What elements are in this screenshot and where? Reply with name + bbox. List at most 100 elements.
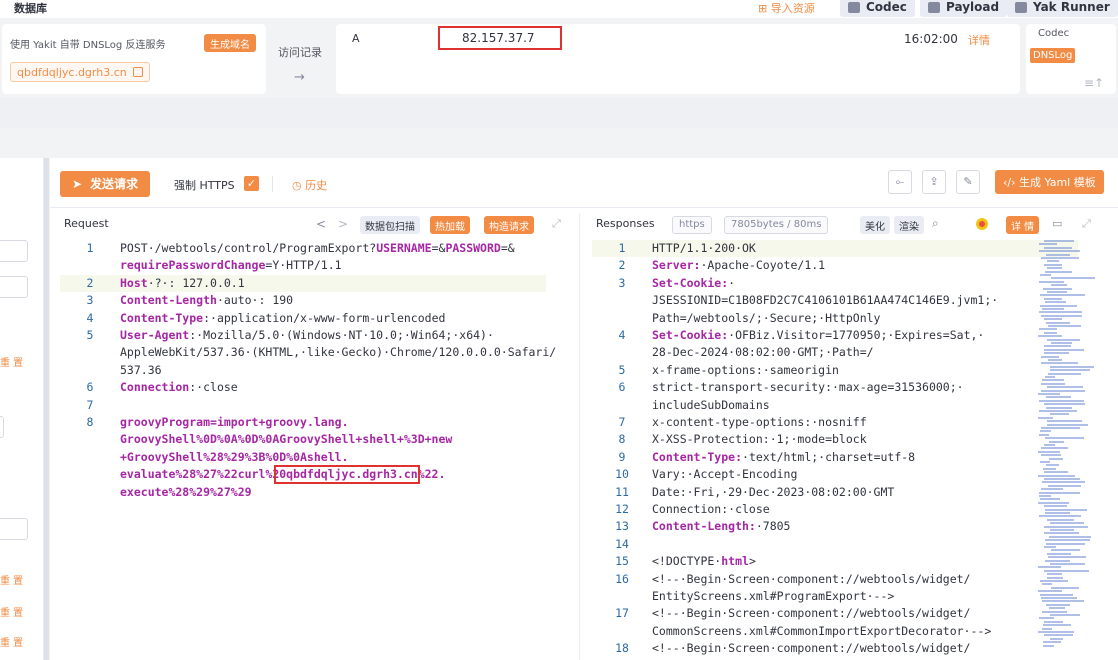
force-https-label: 强制 HTTPS bbox=[174, 179, 235, 192]
code-token: 28-Dec-2024·08:02:00·GMT;·Path=/ bbox=[652, 345, 874, 360]
minimap-line bbox=[1042, 583, 1052, 586]
code-line: 28-Dec-2024·08:02:00·GMT;·Path=/ bbox=[652, 344, 874, 361]
minimap-line bbox=[1039, 328, 1057, 331]
minimap-line bbox=[1046, 464, 1059, 467]
export-icon[interactable]: ⇪ bbox=[922, 170, 946, 194]
minimap-line bbox=[1044, 246, 1072, 249]
expand-icon[interactable]: ⤢ bbox=[552, 217, 561, 231]
code-line: User-Agent:·Mozilla/5.0·(Windows·NT·10.0… bbox=[120, 327, 494, 344]
editor-minimap[interactable] bbox=[1038, 240, 1100, 660]
import-resource-link[interactable]: ⊞ 导入资源 bbox=[758, 0, 815, 16]
reset-button-4[interactable]: 重 置 bbox=[0, 634, 23, 649]
force-https-checkbox[interactable]: ✓ bbox=[244, 176, 259, 191]
chrome-icon[interactable] bbox=[976, 218, 988, 230]
minimap-line bbox=[1046, 406, 1072, 409]
line-number: 6 bbox=[86, 380, 94, 395]
response-title: Responses bbox=[596, 217, 655, 230]
reset-button-2[interactable]: 重 置 bbox=[0, 572, 23, 587]
minimap-line bbox=[1044, 546, 1056, 548]
side-tab-dnslog[interactable]: DNSLog bbox=[1030, 48, 1076, 63]
minimap-line bbox=[1040, 430, 1051, 433]
code-line: strict-transport-security:·max-age=31536… bbox=[652, 379, 964, 396]
minimap-line bbox=[1047, 267, 1062, 270]
line-number: 8 bbox=[86, 415, 94, 429]
minimap-line bbox=[1044, 620, 1063, 623]
code-line: <!DOCTYPE·html> bbox=[652, 553, 756, 570]
line-number: 3 bbox=[618, 275, 626, 290]
minimap-line bbox=[1043, 644, 1054, 647]
edit-icon[interactable]: ✎ bbox=[956, 170, 980, 194]
share-icon[interactable]: ⟜ bbox=[888, 170, 912, 194]
left-input-4[interactable] bbox=[0, 518, 28, 540]
left-input-3[interactable] bbox=[0, 416, 4, 438]
code-line: AppleWebKit/537.36·(KHTML,·like·Gecko)·C… bbox=[120, 344, 556, 361]
copy-icon[interactable] bbox=[132, 67, 143, 77]
code-line: Content-Length:·7805 bbox=[652, 518, 790, 535]
generate-yaml-button[interactable]: ‹/› 生成 Yaml 模板 bbox=[995, 170, 1104, 194]
minimap-line bbox=[1044, 352, 1069, 355]
minimap-line bbox=[1041, 362, 1078, 365]
code-token: X-XSS-Protection:·1;·mode=block bbox=[652, 432, 867, 447]
render-button[interactable]: 渲染 bbox=[894, 216, 924, 234]
code-token: GroovyShell%0D%0A%0D%0AGroovyShell+shell… bbox=[120, 432, 453, 447]
visit-record-label: 访问记录 bbox=[278, 46, 322, 59]
minimap-line bbox=[1038, 474, 1075, 477]
panel-resize-handle[interactable] bbox=[44, 158, 49, 660]
payload-icon bbox=[928, 2, 940, 13]
line-number: 1 bbox=[618, 241, 626, 255]
line-number: 7 bbox=[618, 415, 626, 429]
code-line: Content-Type:·text/html;·charset=utf-8 bbox=[652, 449, 915, 466]
code-token: Date:·Fri,·29·Dec·2023·08:02:00·GMT bbox=[652, 484, 895, 499]
code-token: groovyProgram bbox=[120, 415, 211, 429]
reset-button-1[interactable]: 重 置 bbox=[0, 354, 23, 369]
comment-icon[interactable]: ▭ bbox=[1052, 217, 1062, 230]
minimap-line bbox=[1048, 556, 1086, 559]
send-request-button[interactable]: ➤ 发送请求 bbox=[60, 171, 151, 197]
divider-strip bbox=[0, 98, 1118, 128]
code-token: ·7805 bbox=[755, 519, 791, 534]
code-line: Set-Cookie:·OFBiz.Visitor=1770950;·Expir… bbox=[652, 327, 984, 344]
minimap-line bbox=[1049, 440, 1064, 443]
https-tag: https bbox=[672, 216, 712, 234]
generate-domain-button[interactable]: 生成域名 bbox=[204, 34, 256, 52]
minimap-line bbox=[1044, 318, 1062, 321]
minimap-line bbox=[1041, 382, 1065, 385]
side-tab-codec[interactable]: Codec bbox=[1038, 28, 1069, 39]
line-number: 2 bbox=[86, 275, 94, 290]
minimap-line bbox=[1045, 270, 1072, 273]
line-number: 6 bbox=[618, 380, 626, 395]
toolbar-separator bbox=[272, 176, 273, 192]
minimap-line bbox=[1040, 498, 1060, 501]
line-number: 8 bbox=[618, 432, 626, 447]
code-token: PASSWORD bbox=[445, 241, 501, 255]
packet-scan-button[interactable]: 数据包扫描 bbox=[360, 216, 420, 234]
expand-icon[interactable]: ⤢ bbox=[1082, 217, 1091, 231]
dnslog-domain[interactable]: qbdfdqljyc.dgrh3.cn bbox=[10, 62, 150, 82]
record-detail-link[interactable]: 详情 bbox=[968, 32, 990, 48]
nav-prev-button[interactable]: < bbox=[316, 217, 326, 231]
code-line: <!--·Begin·Screen·component://webtools/w… bbox=[652, 640, 971, 657]
code-line: execute%28%29%27%29 bbox=[120, 484, 252, 501]
sort-up-icon[interactable]: ≡↑ bbox=[1084, 76, 1104, 90]
minimap-line bbox=[1041, 488, 1063, 491]
left-input-2[interactable] bbox=[0, 276, 28, 298]
build-request-button[interactable]: 构造请求 bbox=[484, 216, 534, 234]
minimap-line bbox=[1039, 243, 1057, 246]
minimap-line bbox=[1039, 495, 1051, 497]
yak-runner-button[interactable]: Yak Runner bbox=[1007, 0, 1118, 17]
hot-reload-button[interactable]: 热加载 bbox=[430, 216, 470, 234]
history-button[interactable]: ◷ 历史 bbox=[292, 177, 327, 193]
payload-button[interactable]: Payload bbox=[920, 0, 1008, 17]
minimap-line bbox=[1043, 624, 1071, 627]
search-icon[interactable]: ⌕ bbox=[932, 216, 939, 231]
left-input-1[interactable] bbox=[0, 240, 28, 262]
detail-button[interactable]: 详 情 bbox=[1006, 216, 1040, 234]
code-token: · bbox=[728, 275, 736, 290]
codec-button[interactable]: Codec bbox=[840, 0, 915, 17]
reset-button-3[interactable]: 重 置 bbox=[0, 604, 23, 619]
minimap-line bbox=[1044, 478, 1080, 480]
code-line: requirePasswordChange=Y·HTTP/1.1 bbox=[120, 257, 342, 274]
beautify-button[interactable]: 美化 bbox=[860, 216, 890, 234]
minimap-line bbox=[1042, 627, 1052, 630]
nav-next-button[interactable]: > bbox=[338, 217, 348, 231]
